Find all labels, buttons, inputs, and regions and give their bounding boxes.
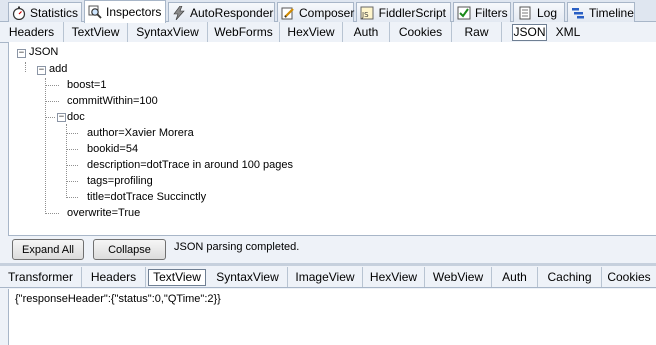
- request-tab-headers[interactable]: Headers: [0, 22, 64, 42]
- tab-timeline[interactable]: Timeline: [567, 2, 635, 22]
- tab-filters[interactable]: Filters: [453, 2, 511, 22]
- tree-node-add[interactable]: add: [49, 62, 67, 76]
- lightning-icon: [172, 5, 186, 21]
- tab-fiddlerscript-label: FiddlerScript: [378, 5, 446, 20]
- tab-fiddlerscript[interactable]: JS FiddlerScript: [356, 2, 451, 22]
- response-inspector-tabs: Transformer Headers TextView SyntaxView …: [0, 267, 656, 288]
- response-tab-cookies[interactable]: Cookies: [602, 267, 656, 287]
- add-collapse-toggle[interactable]: −: [37, 66, 46, 75]
- request-tab-webforms[interactable]: WebForms: [208, 22, 280, 42]
- tab-statistics-label: Statistics: [30, 5, 79, 20]
- response-text-area[interactable]: {"responseHeader":{"status":0,"QTime":2}…: [8, 289, 656, 345]
- response-tab-hexview[interactable]: HexView: [363, 267, 425, 287]
- document-icon: [517, 5, 533, 21]
- tab-inspectors[interactable]: Inspectors: [84, 0, 166, 23]
- tab-statistics[interactable]: Statistics: [8, 2, 82, 22]
- expand-all-button[interactable]: Expand All: [12, 239, 84, 260]
- timeline-icon: [571, 5, 585, 21]
- tab-log[interactable]: Log: [513, 2, 565, 22]
- request-tab-json[interactable]: JSON: [512, 24, 547, 41]
- response-tab-syntaxview[interactable]: SyntaxView: [208, 267, 288, 287]
- tree-node-description[interactable]: description=dotTrace in around 100 pages: [87, 158, 293, 172]
- main-tab-strip: Statistics Inspectors AutoResponder Comp…: [0, 0, 656, 23]
- magnifier-icon: [88, 4, 102, 20]
- json-tree-view[interactable]: − − − JSON add boost=1 commitWithin=100 …: [8, 42, 656, 236]
- response-tab-auth[interactable]: Auth: [492, 267, 538, 287]
- tab-composer-label: Composer: [299, 5, 355, 20]
- request-inspector-tabs: Headers TextView SyntaxView WebForms Hex…: [0, 22, 656, 43]
- tab-log-label: Log: [537, 5, 558, 20]
- collapse-button[interactable]: Collapse: [93, 239, 166, 260]
- tab-composer[interactable]: Composer: [277, 2, 354, 22]
- tree-node-author[interactable]: author=Xavier Morera: [87, 126, 194, 140]
- tree-node-bookid[interactable]: bookid=54: [87, 142, 138, 156]
- request-tab-raw[interactable]: Raw: [452, 22, 502, 42]
- tab-filters-label: Filters: [475, 5, 508, 20]
- checkbox-icon: [457, 5, 471, 21]
- response-tab-textview[interactable]: TextView: [148, 269, 206, 286]
- request-tab-hexview[interactable]: HexView: [280, 22, 343, 42]
- tree-node-commitwithin[interactable]: commitWithin=100: [67, 94, 158, 108]
- tab-timeline-label: Timeline: [589, 5, 634, 20]
- request-tab-textview[interactable]: TextView: [64, 22, 128, 42]
- tree-node-tags[interactable]: tags=profiling: [87, 174, 153, 188]
- response-tab-webview[interactable]: WebView: [425, 267, 492, 287]
- tree-node-boost[interactable]: boost=1: [67, 78, 106, 92]
- doc-collapse-toggle[interactable]: −: [57, 113, 66, 122]
- request-tab-auth[interactable]: Auth: [343, 22, 390, 42]
- request-tab-xml[interactable]: XML: [549, 22, 587, 42]
- tab-autoresponder[interactable]: AutoResponder: [168, 2, 275, 22]
- tree-node-doc[interactable]: doc: [67, 110, 85, 124]
- stopwatch-icon: [12, 5, 26, 21]
- request-tab-syntaxview[interactable]: SyntaxView: [128, 22, 208, 42]
- response-tab-headers[interactable]: Headers: [82, 267, 146, 287]
- response-tab-imageview[interactable]: ImageView: [288, 267, 363, 287]
- pencil-icon: [281, 5, 295, 21]
- json-collapse-toggle[interactable]: −: [17, 49, 26, 58]
- response-tab-caching[interactable]: Caching: [538, 267, 602, 287]
- tree-node-overwrite[interactable]: overwrite=True: [67, 206, 140, 220]
- response-tab-transformer[interactable]: Transformer: [0, 267, 82, 287]
- request-tab-cookies[interactable]: Cookies: [390, 22, 452, 42]
- script-icon: JS: [360, 5, 375, 21]
- tab-autoresponder-label: AutoResponder: [190, 5, 274, 20]
- parse-status-text: JSON parsing completed.: [174, 241, 300, 253]
- svg-text:JS: JS: [361, 11, 369, 19]
- response-body-text: {"responseHeader":{"status":0,"QTime":2}…: [15, 293, 221, 305]
- tab-inspectors-label: Inspectors: [106, 5, 162, 19]
- tree-node-json[interactable]: JSON: [29, 45, 58, 59]
- tree-node-title[interactable]: title=dotTrace Succinctly: [87, 190, 206, 204]
- pane-splitter[interactable]: [0, 263, 656, 266]
